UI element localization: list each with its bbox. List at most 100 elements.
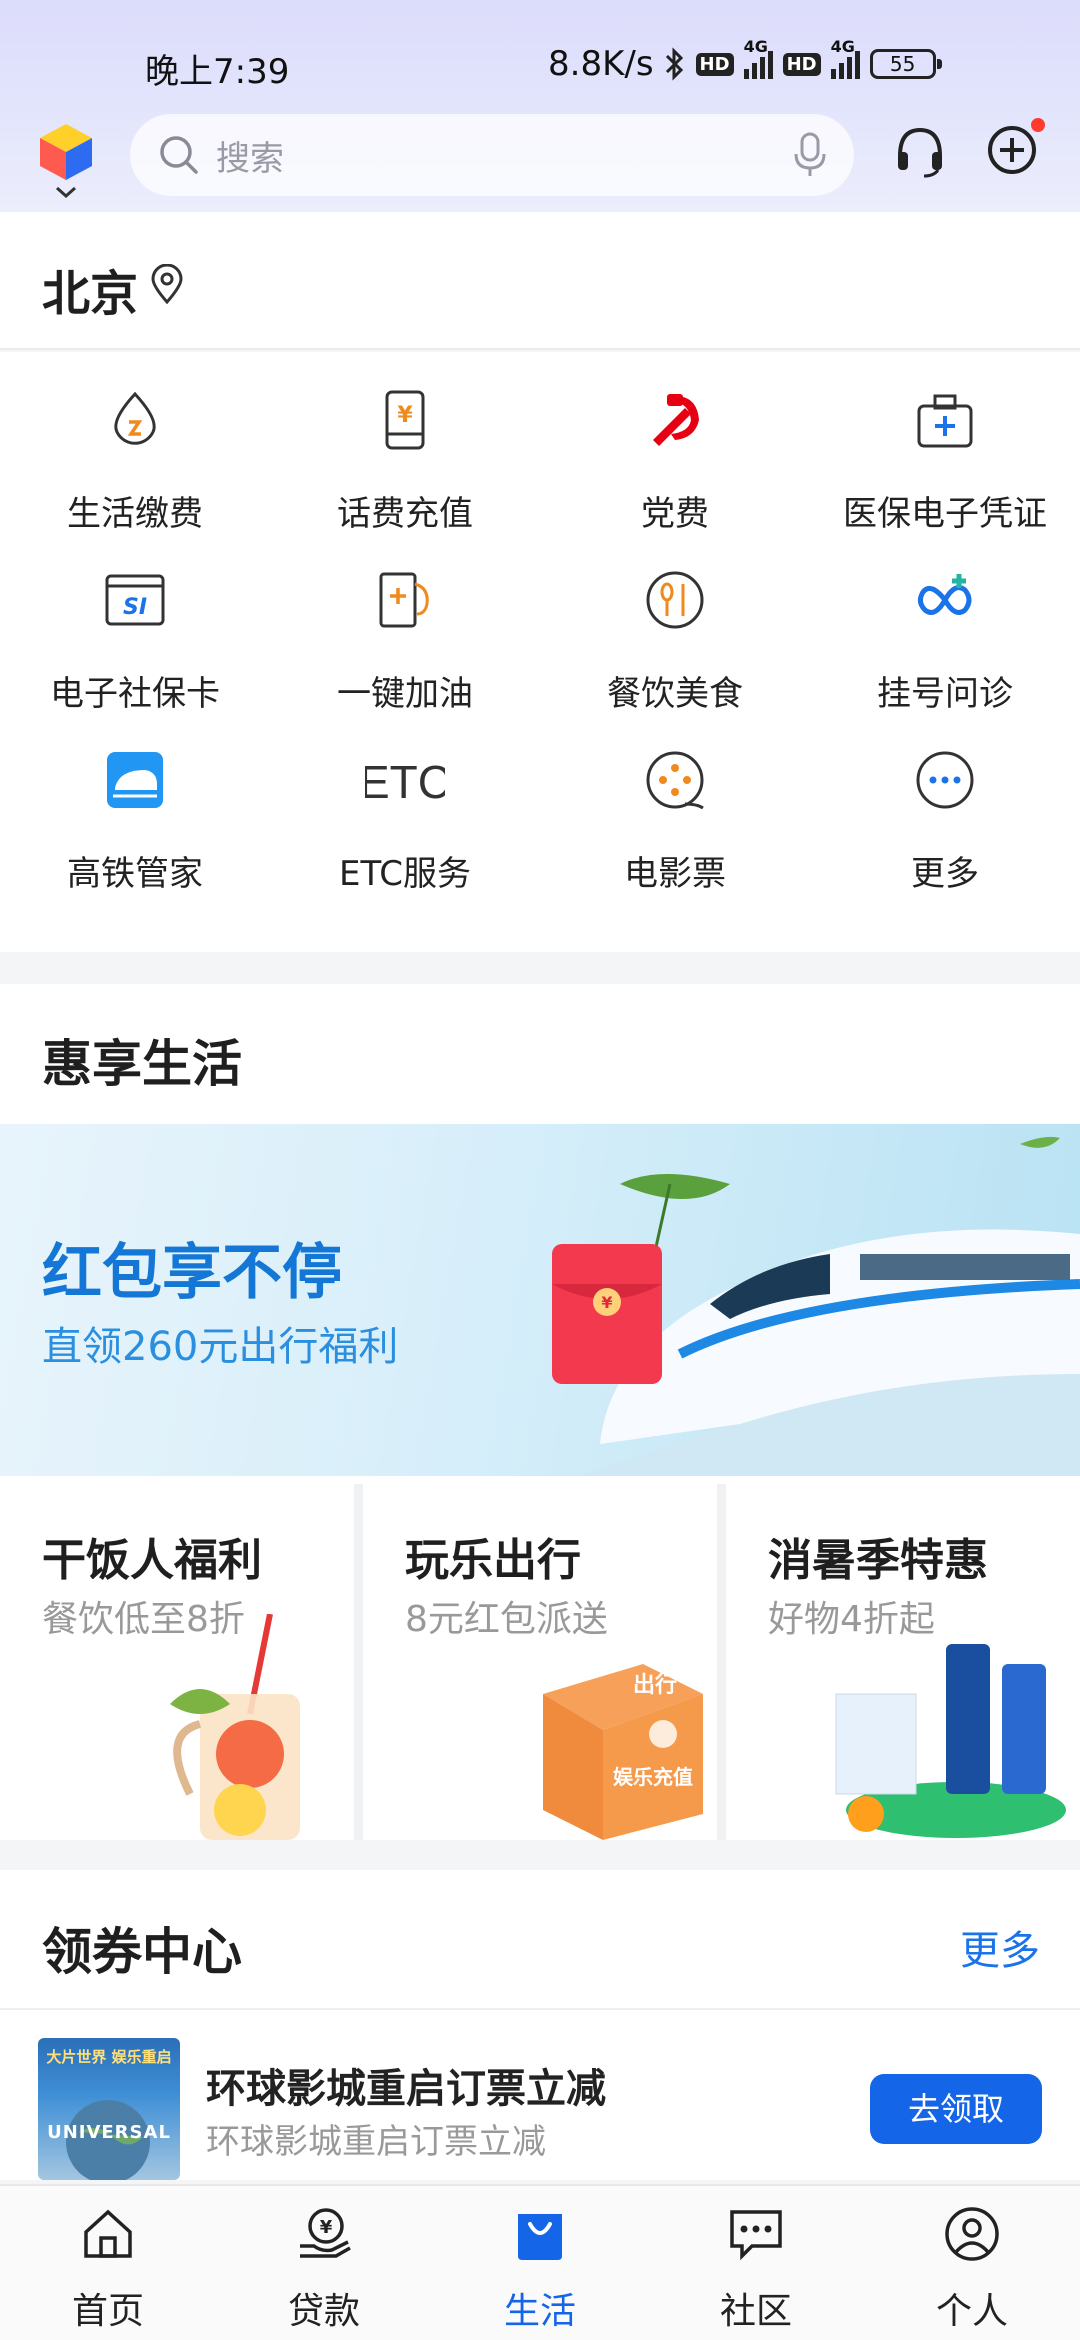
promo-section: 惠享生活 红包享不停 直领260元出行福利 ¥ 干饭人福利 餐饮低至8折 玩乐出… — [0, 984, 1080, 1840]
microphone-icon[interactable] — [792, 132, 828, 178]
tab-loan[interactable]: ¥ 贷款 — [216, 2186, 432, 2340]
service-label: ETC服务 — [339, 854, 471, 894]
hd-badge: HD — [782, 52, 821, 76]
more-link[interactable]: 更多 — [960, 1918, 1040, 1976]
service-label: 更多 — [911, 854, 979, 894]
party-emblem-icon — [653, 394, 699, 446]
headset-icon[interactable] — [894, 124, 946, 180]
tab-life[interactable]: 生活 — [432, 2186, 648, 2340]
service-label: 党费 — [641, 494, 709, 534]
service-grid: 生活缴费 ¥ 话费充值 党费 医保电子凭证 SI 电子社保卡 一键加油 餐饮美食… — [0, 352, 1080, 952]
service-label: 话费充值 — [337, 494, 473, 534]
etc-icon: ETC — [365, 756, 445, 808]
banner-subtitle: 直领260元出行福利 — [42, 1324, 399, 1370]
movie-ticket-icon — [646, 751, 704, 810]
fuel-pump-icon — [379, 572, 429, 628]
search-icon — [160, 136, 198, 174]
city-selector[interactable]: 北京 — [0, 212, 1080, 350]
service-social-security-card[interactable]: SI 电子社保卡 — [0, 532, 270, 714]
utility-drop-icon — [114, 391, 156, 445]
tab-label: 生活 — [503, 2291, 576, 2332]
header: 晚上7:39 8.8K/s HD 4G HD 4G 55 搜索 — [0, 0, 1080, 212]
social-security-card-icon: SI — [105, 574, 165, 626]
more-icon — [916, 751, 974, 809]
high-speed-rail-icon — [107, 752, 163, 808]
tab-label: 贷款 — [287, 2291, 360, 2332]
tab-label: 社区 — [719, 2291, 792, 2332]
add-icon[interactable] — [986, 124, 1038, 176]
status-time: 晚上7:39 — [145, 52, 290, 92]
dining-icon — [646, 571, 704, 629]
service-label: 挂号问诊 — [877, 674, 1013, 714]
service-movie-tickets[interactable]: 电影票 — [540, 712, 810, 894]
service-high-speed-rail[interactable]: 高铁管家 — [0, 712, 270, 894]
coupon-thumbnail[interactable]: 大片世界 娱乐重启 UNIVERSAL — [38, 2038, 180, 2180]
promo-card-dining[interactable]: 干饭人福利 餐饮低至8折 — [0, 1484, 354, 1840]
red-envelope-icon: ¥ — [552, 1244, 662, 1384]
service-label: 生活缴费 — [67, 494, 203, 534]
status-right: 8.8K/s HD 4G HD 4G 55 — [548, 37, 942, 84]
svg-text:出行: 出行 — [633, 1672, 677, 1698]
svg-text:娱乐充值: 娱乐充值 — [613, 1765, 693, 1789]
profile-icon — [945, 2207, 999, 2261]
coupon-title: 环球影城重启订票立减 — [206, 2066, 606, 2112]
phone-topup-icon: ¥ — [385, 390, 425, 450]
tab-home[interactable]: 首页 — [0, 2186, 216, 2340]
service-medical-insurance[interactable]: 医保电子凭证 — [810, 352, 1080, 534]
service-label: 电子社保卡 — [50, 674, 220, 714]
service-label: 电影票 — [624, 854, 726, 894]
search-bar[interactable]: 搜索 — [130, 114, 854, 196]
city-name[interactable]: 北京 — [42, 254, 138, 324]
products-illustration — [835, 1644, 1066, 1838]
status-bar: 晚上7:39 8.8K/s HD 4G HD 4G 55 — [0, 37, 1080, 92]
service-more[interactable]: 更多 — [810, 712, 1080, 894]
banner-headline: 红包享不停 — [42, 1238, 342, 1308]
card-title: 消暑季特惠 — [768, 1535, 988, 1586]
bottom-nav: 首页 ¥ 贷款 生活 社区 个人 — [0, 2184, 1080, 2340]
promo-card-summer[interactable]: 消暑季特惠 好物4折起 — [726, 1484, 1080, 1840]
drink-illustration — [170, 1614, 300, 1840]
tab-community[interactable]: 社区 — [648, 2186, 864, 2340]
life-bag-icon — [518, 2214, 562, 2260]
service-refuel[interactable]: 一键加油 — [270, 532, 540, 714]
service-etc[interactable]: ETC ETC服务 — [270, 712, 540, 894]
signal-icon: 4G — [743, 37, 773, 79]
app-logo-icon[interactable] — [38, 122, 94, 200]
svg-text:SI: SI — [123, 595, 147, 620]
tab-label: 首页 — [71, 2291, 144, 2332]
service-registration[interactable]: 挂号问诊 — [810, 532, 1080, 714]
promo-cards: 干饭人福利 餐饮低至8折 玩乐出行 8元红包派送 出行 娱乐充值 消暑季特惠 好… — [0, 1484, 1080, 1840]
divider — [0, 2008, 1080, 2010]
search-input[interactable]: 搜索 — [216, 131, 284, 180]
location-pin-icon — [151, 264, 183, 304]
service-label: 高铁管家 — [67, 854, 203, 894]
svg-text:¥: ¥ — [397, 403, 413, 428]
service-label: 一键加油 — [337, 674, 473, 714]
gift-box-illustration: 出行 娱乐充值 — [543, 1664, 703, 1840]
network-speed: 8.8K/s — [548, 44, 654, 84]
bluetooth-icon — [665, 47, 683, 81]
battery-icon: 55 — [869, 49, 942, 79]
loan-icon: ¥ — [300, 2208, 351, 2258]
service-party-dues[interactable]: 党费 — [540, 352, 810, 534]
section-title: 惠享生活 — [42, 1035, 242, 1093]
promo-banner[interactable]: 红包享不停 直领260元出行福利 ¥ — [0, 1124, 1080, 1476]
service-dining[interactable]: 餐饮美食 — [540, 532, 810, 714]
claim-button[interactable]: 去领取 — [870, 2074, 1042, 2144]
registration-icon — [917, 574, 972, 615]
coupon-subtitle: 环球影城重启订票立减 — [206, 2122, 546, 2162]
card-title: 玩乐出行 — [405, 1535, 581, 1586]
tab-label: 个人 — [935, 2291, 1008, 2332]
service-utility-bills[interactable]: 生活缴费 — [0, 352, 270, 534]
signal-icon: 4G — [830, 37, 860, 79]
tab-profile[interactable]: 个人 — [864, 2186, 1080, 2340]
coupon-center: 领券中心 更多 大片世界 娱乐重启 UNIVERSAL 环球影城重启订票立减 环… — [0, 1870, 1080, 2180]
medical-kit-icon — [917, 394, 973, 448]
section-title: 领券中心 — [42, 1923, 242, 1981]
service-label: 餐饮美食 — [607, 674, 743, 714]
notification-dot — [1031, 118, 1045, 132]
service-phone-topup[interactable]: ¥ 话费充值 — [270, 352, 540, 534]
hd-badge: HD — [695, 52, 734, 76]
card-title: 干饭人福利 — [42, 1535, 262, 1586]
promo-card-travel[interactable]: 玩乐出行 8元红包派送 出行 娱乐充值 — [363, 1484, 717, 1840]
